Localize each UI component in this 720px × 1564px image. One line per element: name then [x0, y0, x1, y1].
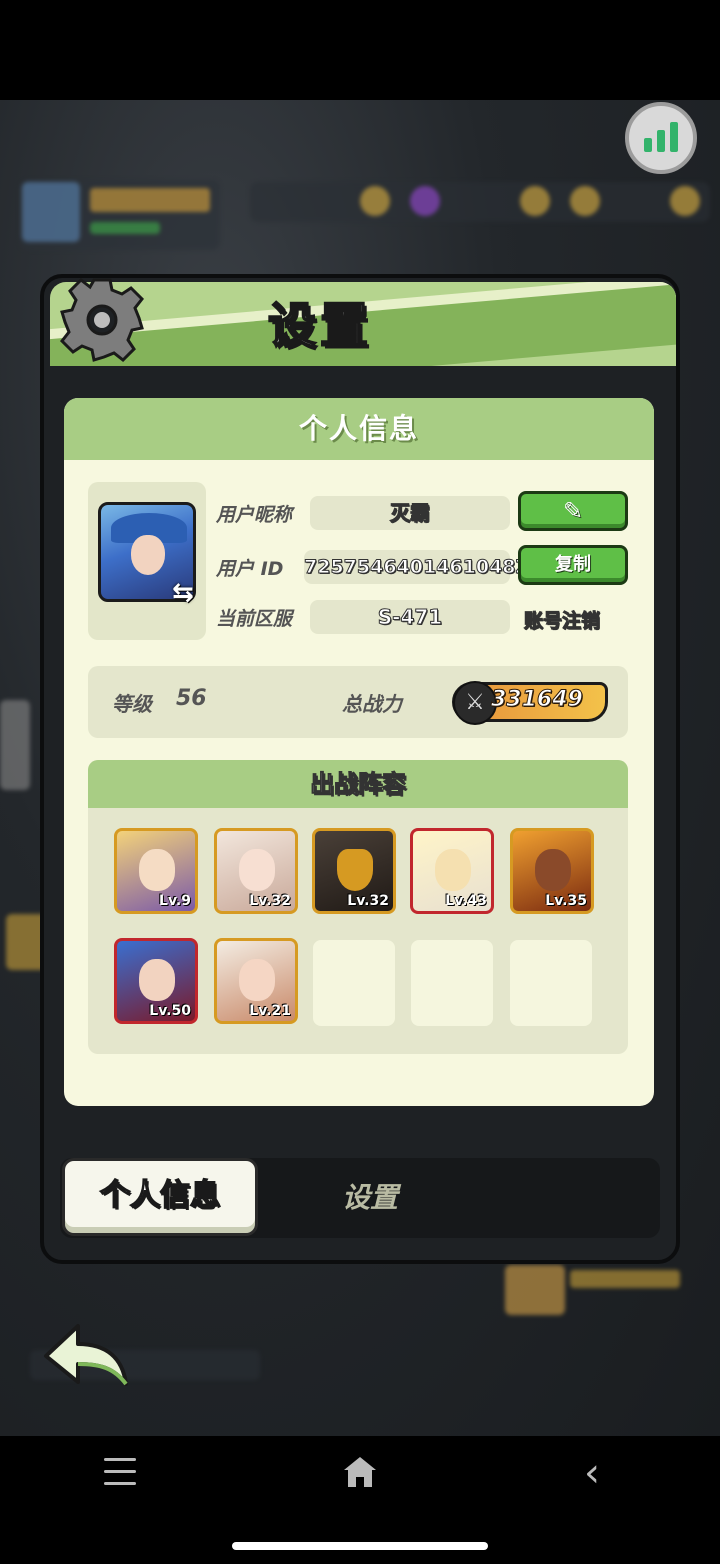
- edit-nickname-button[interactable]: ✎: [518, 491, 628, 531]
- panel-title: 设置: [267, 297, 372, 355]
- hero-level: Lv.9: [159, 893, 191, 909]
- empty-hero-slot[interactable]: [510, 940, 592, 1026]
- card-title: 个人信息: [64, 398, 654, 460]
- hero-card[interactable]: Lv.43: [410, 828, 494, 914]
- pencil-icon: ✎: [562, 497, 584, 525]
- level-label: 等级: [112, 692, 152, 716]
- tab-personal-info[interactable]: 个人信息: [62, 1158, 258, 1236]
- home-icon[interactable]: [340, 1452, 380, 1492]
- hero-level: Lv.50: [149, 1003, 191, 1019]
- hero-card[interactable]: Lv.32: [312, 828, 396, 914]
- status-bar: [0, 0, 720, 100]
- hero-level: Lv.32: [249, 893, 291, 909]
- personal-info-card: 个人信息 ⇆ 用户昵称 灭霸 ✎ 用户 ID 7257546401461048Z…: [64, 398, 654, 1106]
- network-signal-button[interactable]: [625, 102, 697, 174]
- avatar-box: ⇆: [88, 482, 206, 640]
- lineup-title: 出战阵容: [88, 760, 628, 808]
- tab-settings[interactable]: 设置: [300, 1176, 440, 1216]
- hero-card[interactable]: Lv.50: [114, 938, 198, 1024]
- hero-card[interactable]: Lv.9: [114, 828, 198, 914]
- copy-id-button[interactable]: 复制: [518, 545, 628, 585]
- nickname-field: 灭霸: [310, 496, 510, 530]
- hero-card[interactable]: Lv.35: [510, 828, 594, 914]
- power-value: 331649: [491, 687, 584, 713]
- back-arrow-icon[interactable]: [38, 1320, 130, 1392]
- user-id-label: 用户 ID: [216, 558, 284, 580]
- hero-card[interactable]: Lv.32: [214, 828, 298, 914]
- power-label: 总战力: [342, 692, 402, 716]
- hero-level: Lv.43: [445, 893, 487, 909]
- server-field: S-471: [310, 600, 510, 634]
- stats-bar: 等级 56 总战力 ⚔ 331649: [88, 666, 628, 738]
- nickname-label: 用户昵称: [216, 504, 293, 526]
- power-badge: ⚔ 331649: [452, 681, 608, 725]
- hero-level: Lv.21: [249, 1003, 291, 1019]
- back-icon[interactable]: ‹: [584, 1450, 600, 1496]
- empty-hero-slot[interactable]: [313, 940, 395, 1026]
- level-value: 56: [176, 686, 207, 711]
- empty-hero-slot[interactable]: [411, 940, 493, 1026]
- hero-level: Lv.32: [347, 893, 389, 909]
- swap-avatar-icon[interactable]: ⇆: [172, 578, 194, 608]
- battle-lineup: 出战阵容 Lv.9 Lv.32 Lv.32 Lv.43 Lv.35 Lv.50 …: [88, 760, 628, 1054]
- gesture-bar[interactable]: [232, 1542, 488, 1550]
- hero-card[interactable]: Lv.21: [214, 938, 298, 1024]
- user-id-field: 7257546401461048Z: [304, 550, 530, 584]
- delete-account-link[interactable]: 账号注销: [523, 606, 600, 633]
- hero-level: Lv.35: [545, 893, 587, 909]
- server-label: 当前区服: [216, 608, 293, 630]
- menu-icon[interactable]: [104, 1458, 136, 1486]
